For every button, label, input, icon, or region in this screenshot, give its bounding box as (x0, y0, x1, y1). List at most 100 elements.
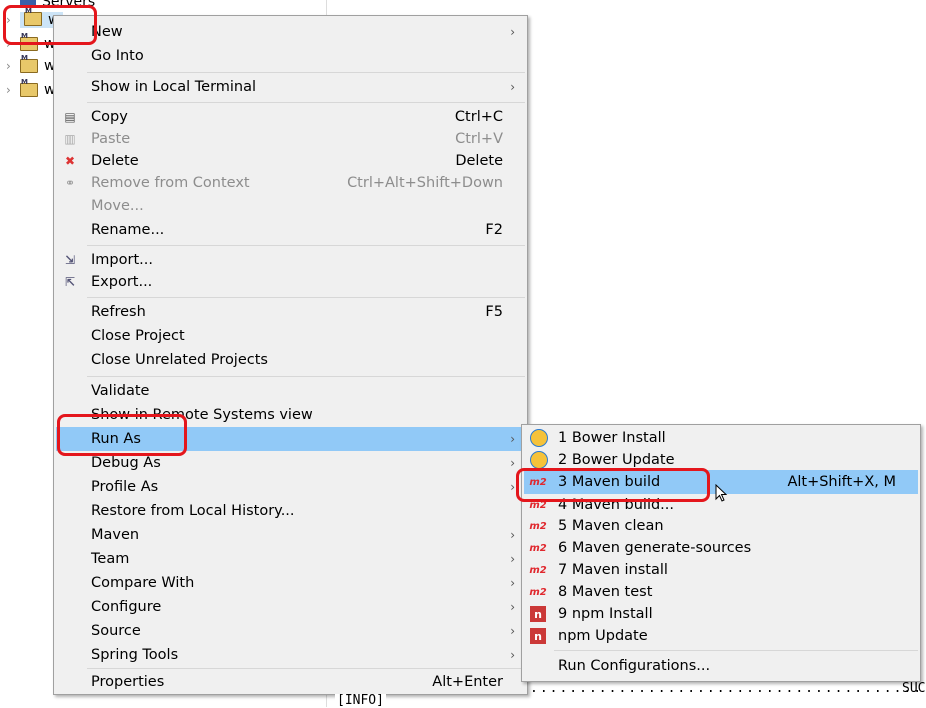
menu-item-rename[interactable]: Rename... F2 (56, 218, 525, 242)
menu-item-maven[interactable]: Maven › (56, 523, 525, 547)
maven-icon: m2 (529, 542, 547, 554)
menu-item-show-in-local-terminal[interactable]: Show in Local Terminal › (56, 75, 525, 99)
menu-item-label: Remove from Context (91, 175, 250, 191)
menu-item-label: 5 Maven clean (558, 518, 664, 534)
menu-separator (554, 650, 918, 651)
paste-icon: ▥ (64, 132, 76, 146)
menu-item-1-bower-install[interactable]: 1 Bower Install (524, 426, 918, 450)
shortcut-label: Ctrl+V (455, 131, 503, 147)
maven-icon: m2 (529, 520, 547, 532)
menu-item-new[interactable]: New › (56, 20, 525, 44)
export-icon: ⇱ (64, 275, 76, 289)
menu-item-label: Debug As (91, 455, 161, 471)
tree-item-project[interactable]: ›w (6, 54, 55, 76)
menu-item-label: Validate (91, 383, 150, 399)
chevron-right-icon[interactable]: › (6, 83, 14, 97)
chevron-right-icon: › (510, 624, 515, 638)
shortcut-label: F2 (485, 222, 503, 238)
maven-project-icon (20, 54, 38, 73)
import-icon: ⇲ (64, 253, 76, 267)
menu-item-restore-from-local-history[interactable]: Restore from Local History... (56, 499, 525, 523)
chevron-right-icon[interactable]: › (6, 59, 14, 73)
menu-item-properties[interactable]: Properties Alt+Enter (56, 670, 525, 694)
menu-item-label: Go Into (91, 48, 144, 64)
chevron-right-icon: › (510, 480, 515, 494)
annotation-box (516, 468, 710, 502)
menu-item-npm-update[interactable]: n npm Update (524, 624, 918, 648)
menu-item-close-unrelated-projects[interactable]: Close Unrelated Projects (56, 348, 525, 372)
copy-icon: ▤ (64, 110, 76, 124)
menu-item-compare-with[interactable]: Compare With › (56, 571, 525, 595)
menu-item-label: Configure (91, 599, 162, 615)
bower-icon (530, 429, 548, 447)
menu-item-paste[interactable]: ▥ Paste Ctrl+V (56, 127, 525, 151)
menu-item-label: Refresh (91, 304, 146, 320)
menu-item-6-maven-generate-sources[interactable]: m2 6 Maven generate-sources (524, 536, 918, 560)
menu-item-label: Delete (91, 153, 139, 169)
menu-item-label: Run Configurations... (558, 658, 711, 674)
shortcut-label: Alt+Shift+X, M (787, 474, 896, 490)
menu-item-5-maven-clean[interactable]: m2 5 Maven clean (524, 514, 918, 538)
chevron-right-icon: › (510, 648, 515, 662)
menu-item-profile-as[interactable]: Profile As › (56, 475, 525, 499)
tree-item-project[interactable]: ›w (6, 78, 55, 100)
menu-item-label: npm Update (558, 628, 648, 644)
bower-icon (530, 451, 548, 469)
maven-icon: m2 (529, 564, 547, 576)
menu-item-label: Spring Tools (91, 647, 179, 663)
menu-item-label: Close Unrelated Projects (91, 352, 268, 368)
run-as-submenu: 1 Bower Install 2 Bower Update m2 3 Maven b… (521, 424, 921, 682)
menu-item-go-into[interactable]: Go Into (56, 44, 525, 68)
menu-item-copy[interactable]: ▤ Copy Ctrl+C (56, 105, 525, 129)
menu-item-source[interactable]: Source › (56, 619, 525, 643)
menu-item-import[interactable]: ⇲ Import... (56, 248, 525, 272)
menu-item-close-project[interactable]: Close Project (56, 324, 525, 348)
menu-item-run-configurations[interactable]: Run Configurations... (524, 654, 918, 678)
menu-item-spring-tools[interactable]: Spring Tools › (56, 643, 525, 667)
shortcut-label: Alt+Enter (432, 674, 503, 690)
menu-item-remove-from-context[interactable]: ⚭ Remove from Context Ctrl+Alt+Shift+Down (56, 171, 525, 195)
console-line: [INFO] (335, 693, 386, 708)
menu-item-validate[interactable]: Validate (56, 379, 525, 403)
menu-separator (87, 668, 525, 669)
menu-item-delete[interactable]: ✖ Delete Delete (56, 149, 525, 173)
menu-item-label: Paste (91, 131, 131, 147)
maven-project-icon (20, 78, 38, 97)
chevron-right-icon: › (510, 576, 515, 590)
chevron-right-icon: › (510, 552, 515, 566)
menu-item-label: Compare With (91, 575, 195, 591)
shortcut-label: Ctrl+C (454, 109, 503, 125)
menu-separator (87, 376, 525, 377)
chevron-right-icon: › (510, 456, 515, 470)
menu-item-label: Team (91, 551, 130, 567)
menu-item-label: Profile As (91, 479, 159, 495)
menu-item-label: Show in Local Terminal (91, 79, 257, 95)
menu-item-label: Rename... (91, 222, 165, 238)
menu-item-move[interactable]: Move... (56, 194, 525, 218)
menu-item-configure[interactable]: Configure › (56, 595, 525, 619)
console-dots: ........................................ (530, 681, 924, 696)
menu-item-label: Maven (91, 527, 140, 543)
menu-item-refresh[interactable]: Refresh F5 (56, 300, 525, 324)
menu-item-label: Source (91, 623, 141, 639)
shortcut-label: Ctrl+Alt+Shift+Down (347, 175, 503, 191)
context-menu: New › Go Into Show in Local Terminal › ▤ Copy C… (53, 15, 528, 695)
menu-item-team[interactable]: Team › (56, 547, 525, 571)
menu-item-9-npm-install[interactable]: n 9 npm Install (524, 602, 918, 626)
menu-item-label: 9 npm Install (558, 606, 653, 622)
menu-item-7-maven-install[interactable]: m2 7 Maven install (524, 558, 918, 582)
maven-icon: m2 (529, 586, 547, 598)
console-status: SUC (902, 681, 926, 696)
annotation-box (57, 414, 187, 456)
menu-item-label: 6 Maven generate-sources (558, 540, 752, 556)
npm-icon: n (530, 628, 546, 644)
menu-item-8-maven-test[interactable]: m2 8 Maven test (524, 580, 918, 604)
menu-item-export[interactable]: ⇱ Export... (56, 270, 525, 294)
remove-context-icon: ⚭ (64, 176, 76, 190)
menu-item-label: Restore from Local History... (91, 503, 295, 519)
annotation-box (3, 5, 97, 45)
chevron-right-icon: › (510, 80, 515, 94)
chevron-right-icon: › (510, 600, 515, 614)
menu-item-label: 8 Maven test (558, 584, 653, 600)
menu-item-label: Import... (91, 252, 153, 268)
